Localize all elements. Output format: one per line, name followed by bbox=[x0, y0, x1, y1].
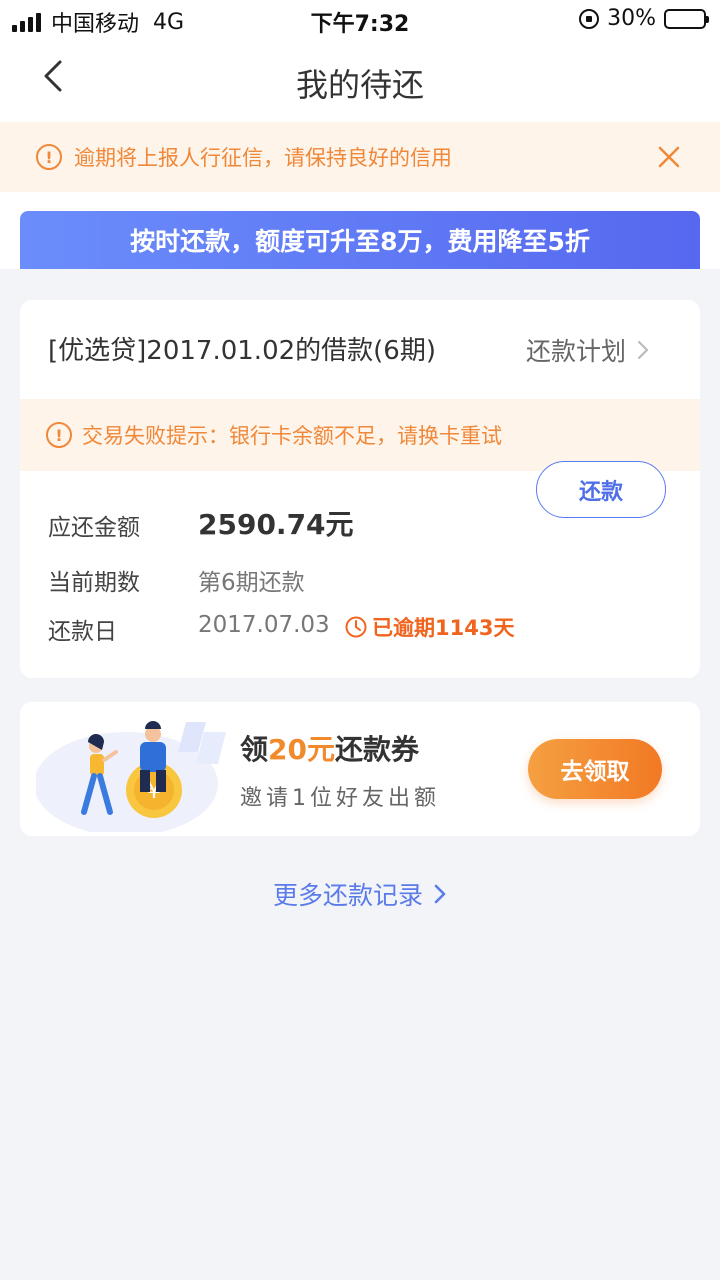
loan-card: [优选贷]2017.01.02的借款(6期) 还款计划 ! 交易失败提示：银行卡… bbox=[20, 300, 700, 678]
promo-zone: 按时还款，额度可升至8万，费用降至5折 bbox=[0, 192, 720, 269]
overdue-badge: 已逾期1143天 bbox=[344, 612, 514, 642]
coupon-title-suffix: 还款券 bbox=[334, 733, 419, 766]
clock-icon bbox=[345, 616, 367, 638]
repayment-plan-link[interactable]: 还款计划 bbox=[526, 332, 650, 368]
period-value: 第6期还款 bbox=[198, 570, 305, 596]
promo-banner[interactable]: 按时还款，额度可升至8万，费用降至5折 bbox=[20, 211, 700, 269]
coupon-title-prefix: 领 bbox=[240, 733, 269, 766]
battery-percent: 30% bbox=[607, 6, 656, 31]
due-date-label: 还款日 bbox=[48, 619, 117, 645]
claim-coupon-button[interactable]: 去领取 bbox=[528, 739, 662, 799]
battery-icon bbox=[664, 8, 709, 29]
coupon-subtitle: 邀请1位好友出额 bbox=[240, 786, 440, 811]
rotation-lock-icon bbox=[579, 8, 600, 29]
status-bar: 中国移动 4G 下午7:32 30% bbox=[0, 0, 720, 40]
people-coin-illustration: ¥ bbox=[36, 721, 226, 832]
nav-bar: 我的待还 bbox=[0, 40, 720, 122]
repayment-plan-label: 还款计划 bbox=[525, 337, 626, 366]
period-label: 当前期数 bbox=[48, 570, 140, 596]
credit-warning-banner: ! 逾期将上报人行征信，请保持良好的信用 bbox=[0, 122, 720, 192]
chevron-right-icon bbox=[434, 884, 446, 904]
info-icon: ! bbox=[36, 144, 62, 170]
repay-button[interactable]: 还款 bbox=[536, 461, 666, 518]
info-icon: ! bbox=[46, 422, 72, 448]
page-title: 我的待还 bbox=[295, 66, 424, 104]
credit-warning-text: 逾期将上报人行征信，请保持良好的信用 bbox=[74, 146, 452, 170]
status-right: 30% bbox=[579, 6, 709, 31]
close-button[interactable] bbox=[654, 142, 684, 172]
amount-value: 2590.74元 bbox=[198, 508, 354, 541]
coupon-title: 领20元还款券 bbox=[240, 728, 419, 768]
amount-label: 应还金额 bbox=[48, 515, 140, 541]
close-icon bbox=[658, 146, 680, 168]
overdue-text: 已逾期1143天 bbox=[372, 616, 515, 640]
loan-title: [优选贷]2017.01.02的借款(6期) bbox=[48, 336, 436, 366]
more-repayment-records-link[interactable]: 更多还款记录 bbox=[0, 876, 720, 912]
coupon-card: ¥ 领20元还款券 邀请1位好友出额 去领取 bbox=[20, 702, 700, 836]
transaction-fail-text: 交易失败提示：银行卡余额不足，请换卡重试 bbox=[82, 424, 502, 448]
coupon-amount: 20元 bbox=[268, 733, 335, 766]
chevron-right-icon bbox=[637, 340, 649, 360]
promo-banner-text: 按时还款，额度可升至8万，费用降至5折 bbox=[130, 227, 590, 256]
due-date-value: 2017.07.03 bbox=[198, 612, 330, 638]
more-records-label: 更多还款记录 bbox=[272, 881, 423, 910]
